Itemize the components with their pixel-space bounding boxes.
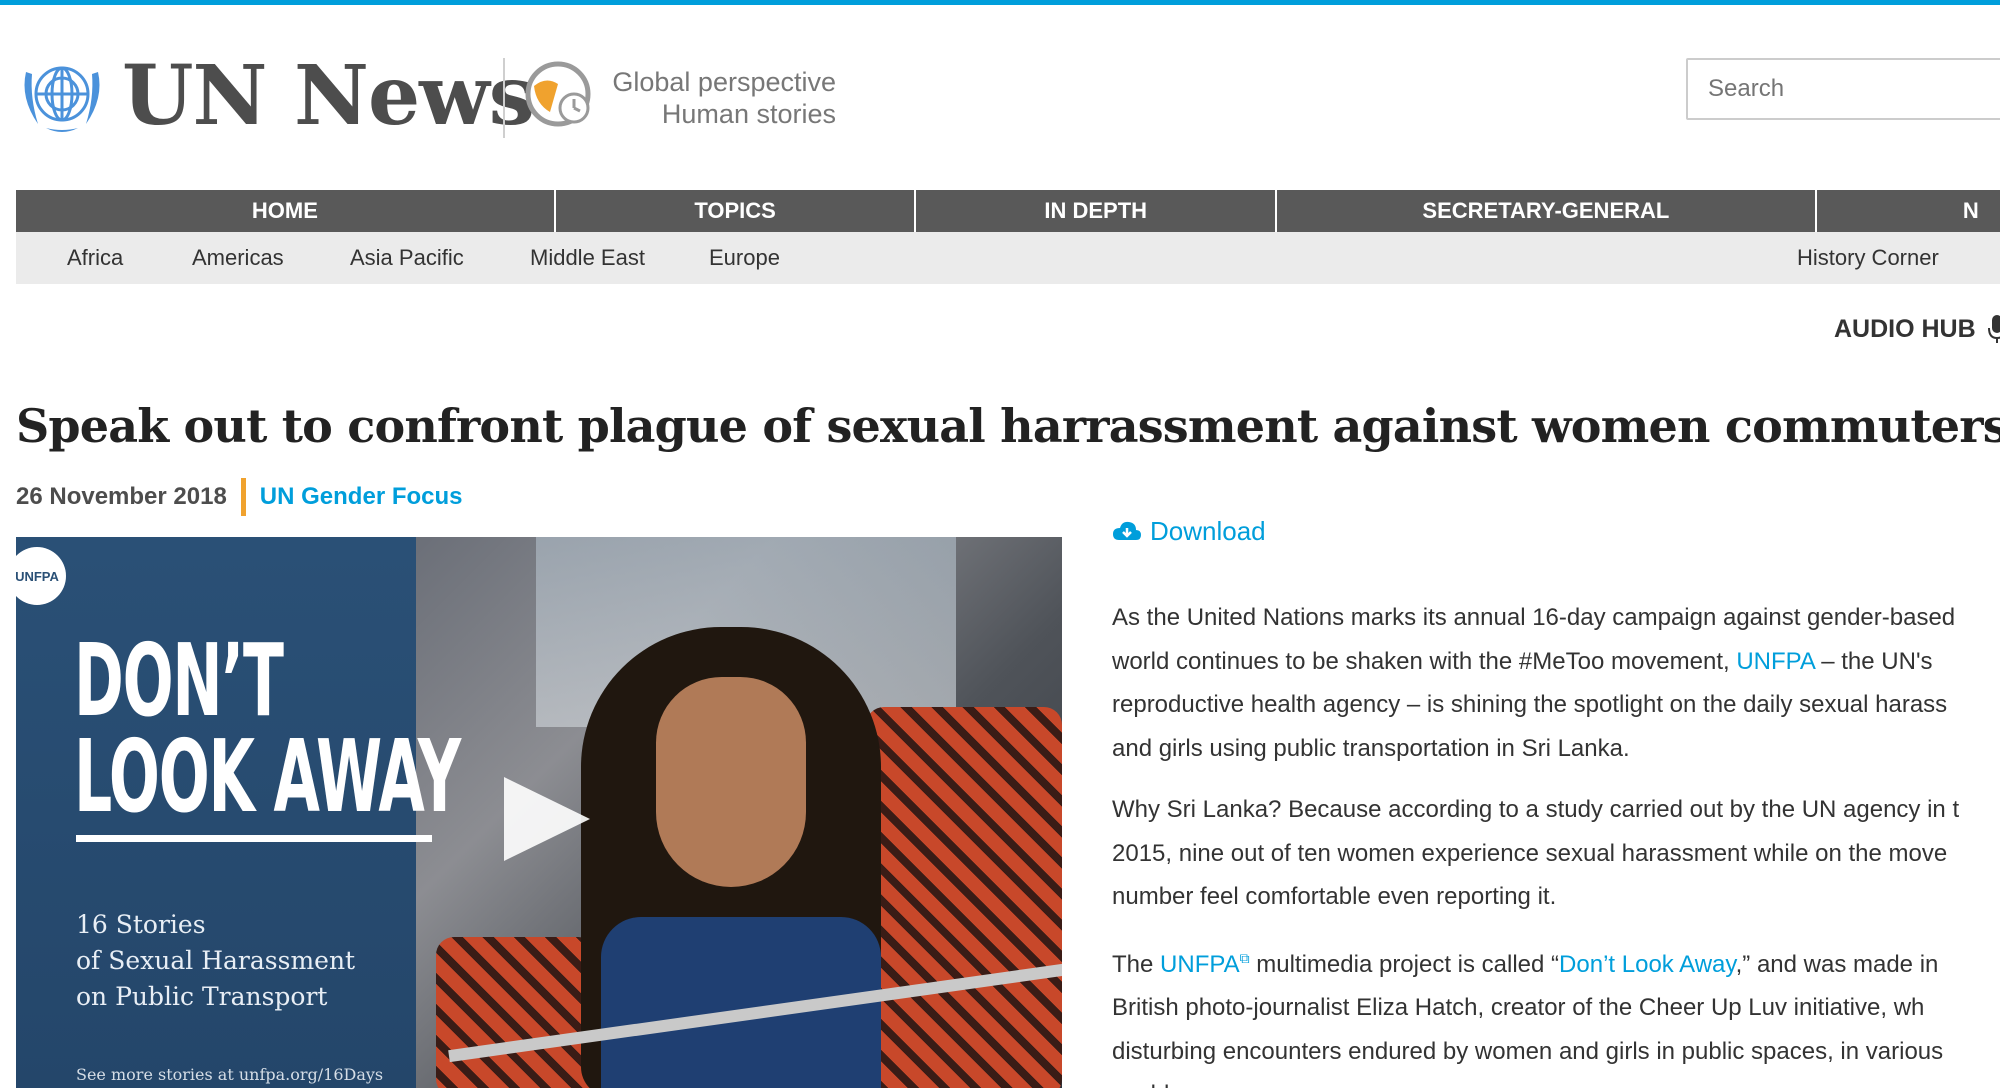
audio-hub-link[interactable]: AUDIO HUB <box>1834 314 2000 344</box>
header-divider <box>503 58 505 138</box>
search-box <box>1686 58 2000 120</box>
subnav-europe[interactable]: Europe <box>709 232 780 284</box>
video-player[interactable]: UNFPA DON’T LOOK AWAY 16 Stories of Sexu… <box>16 537 1062 1088</box>
promo-underline <box>76 835 432 842</box>
search-input[interactable] <box>1688 60 2000 118</box>
promo-sub-line-2: of Sexual Harassment <box>76 946 356 975</box>
subnav-americas[interactable]: Americas <box>192 232 284 284</box>
nav-item-truncated[interactable]: N <box>1817 190 2000 232</box>
text-line: disturbing encounters endured by women a… <box>1112 1037 1944 1065</box>
promo-title-line-1: DON’T <box>74 622 284 739</box>
external-link-icon: ⧉ <box>1239 949 1250 966</box>
text-line: world continues to be shaken with the #M… <box>1112 647 1933 675</box>
subnav-africa[interactable]: Africa <box>67 232 123 284</box>
text-line: 2015, nine out of ten women experience s… <box>1112 839 1948 867</box>
subnav-history-corner[interactable]: History Corner <box>1797 232 1939 284</box>
text-line: As the United Nations marks its annual 1… <box>1112 604 1956 631</box>
promo-title-line-2: LOOK AWAY <box>74 718 461 835</box>
article-body: As the United Nations marks its annual 1… <box>1112 596 2000 1088</box>
top-accent-bar <box>0 0 2000 5</box>
nav-in-depth[interactable]: IN DEPTH <box>916 190 1277 232</box>
bus-seat-image <box>436 937 596 1088</box>
article-date: 26 November 2018 <box>16 483 227 510</box>
paragraph-1: As the United Nations marks its annual 1… <box>1112 596 2000 770</box>
un-emblem-icon[interactable] <box>16 58 108 136</box>
woman-portrait-face <box>656 677 806 887</box>
microphone-icon <box>1987 315 2000 343</box>
text-line: number feel comfortable even reporting i… <box>1112 883 1557 910</box>
promo-sub-line-3: on Public Transport <box>76 982 328 1011</box>
main-nav: HOME TOPICS IN DEPTH SECRETARY-GENERAL N <box>16 190 2000 232</box>
article-headline: Speak out to confront plague of sexual h… <box>16 399 2000 453</box>
tagline-line-2: Human stories <box>661 99 836 129</box>
download-label: Download <box>1150 516 1266 546</box>
article-dateline: 26 November 2018 UN Gender Focus <box>16 478 463 516</box>
paragraph-3: The UNFPA⧉ multimedia project is called … <box>1112 937 2000 1088</box>
dateline-separator <box>240 478 246 516</box>
globe-clock-icon <box>525 61 591 127</box>
text-line: British photo-journalist Eliza Hatch, cr… <box>1112 994 1925 1021</box>
audio-hub-label: AUDIO HUB <box>1834 314 1976 343</box>
tagline-line-1: Global perspective <box>612 67 836 97</box>
video-promo-subtitle: 16 Stories of Sexual Harassment on Publi… <box>76 907 355 1015</box>
dont-look-away-link[interactable]: Don’t Look Away <box>1559 951 1736 978</box>
text-line: world. <box>1112 1073 2000 1088</box>
site-brand-title[interactable]: UN News <box>122 48 535 144</box>
subnav-middle-east[interactable]: Middle East <box>530 232 645 284</box>
download-link[interactable]: Download <box>1112 516 1266 547</box>
text-line: The UNFPA⧉ multimedia project is called … <box>1112 949 1939 978</box>
text-line: reproductive health agency – is shining … <box>1112 691 1948 718</box>
nav-topics[interactable]: TOPICS <box>556 190 917 232</box>
paragraph-2: Why Sri Lanka? Because according to a st… <box>1112 788 2000 919</box>
nav-secretary-general[interactable]: SECRETARY-GENERAL <box>1277 190 1817 232</box>
video-promo-footer: See more stories at unfpa.org/16Days <box>76 1065 384 1084</box>
article-focus-link[interactable]: UN Gender Focus <box>260 483 463 511</box>
header-tagline: Global perspective Human stories <box>606 66 836 130</box>
bus-seat-image <box>866 707 1062 1088</box>
video-promo-title: DON’T LOOK AWAY <box>74 622 461 835</box>
play-icon[interactable] <box>504 777 590 861</box>
text-line: and girls using public transportation in… <box>1112 734 1630 762</box>
promo-sub-line-1: 16 Stories <box>76 910 206 939</box>
nav-home[interactable]: HOME <box>16 190 556 232</box>
text-line: Why Sri Lanka? Because according to a st… <box>1112 796 1960 823</box>
subnav-asia-pacific[interactable]: Asia Pacific <box>350 232 464 284</box>
unfpa-link[interactable]: UNFPA <box>1736 648 1814 675</box>
unfpa-external-link[interactable]: UNFPA <box>1160 951 1240 978</box>
region-sub-nav: Africa Americas Asia Pacific Middle East… <box>16 232 2000 284</box>
cloud-download-icon <box>1113 521 1141 540</box>
